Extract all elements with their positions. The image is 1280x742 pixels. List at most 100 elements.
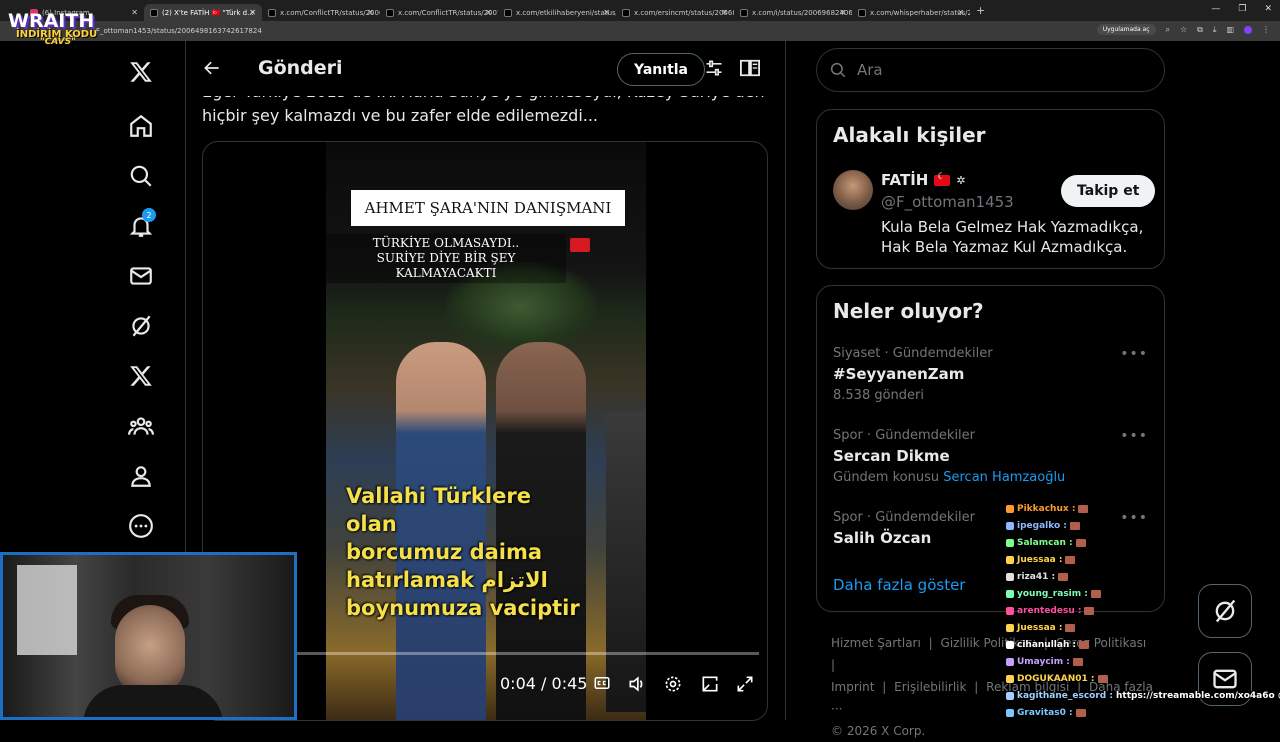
avatar[interactable]	[833, 170, 873, 210]
chat-message: DOGUKAAN01 :	[1006, 670, 1276, 687]
tab-close-icon[interactable]: ✕	[603, 8, 610, 17]
notifications-bell-icon[interactable]: 2	[116, 206, 166, 246]
tab-close-icon[interactable]: ✕	[485, 8, 492, 17]
more-options-icon[interactable]: •••	[1120, 428, 1148, 444]
user-display-name[interactable]: FATİH ✲	[881, 171, 966, 189]
tab-close-icon[interactable]: ✕	[131, 8, 138, 17]
footer-link[interactable]: Imprint	[831, 680, 874, 694]
extensions-icon[interactable]: ⧉	[1197, 25, 1203, 35]
minimize-icon[interactable]: —	[1211, 4, 1220, 14]
open-in-app-button[interactable]: Uygulamada aç	[1097, 24, 1156, 35]
chat-emote-icon	[1078, 505, 1088, 513]
video-caption-title: AHMET ŞARA'NIN DANIŞMANI	[351, 190, 625, 226]
chat-emote-icon	[1073, 658, 1083, 666]
chat-text: https://streamable.com/xo4a6o @Cavs	[1116, 691, 1280, 701]
chat-message: riza41 :	[1006, 568, 1276, 585]
turkish-flag-icon	[570, 238, 590, 252]
premium-x-icon[interactable]	[116, 356, 166, 396]
chat-username: arentedesu :	[1017, 606, 1081, 616]
home-icon[interactable]	[116, 106, 166, 146]
trend-related-link[interactable]: Sercan Hamzaoğlu	[943, 470, 1065, 485]
footer-link[interactable]: Hizmet Şartları	[831, 636, 921, 650]
back-arrow-icon[interactable]	[202, 58, 222, 82]
fullscreen-icon[interactable]	[735, 674, 755, 694]
chat-emote-icon	[1098, 675, 1108, 683]
tab-close-icon[interactable]: ✕	[957, 8, 964, 17]
menu-icon[interactable]: ⋮	[1262, 25, 1270, 34]
chat-badge-icon	[1006, 573, 1014, 581]
user-handle[interactable]: @F_ottoman1453	[881, 193, 1014, 211]
browser-tab-active[interactable]: (2) X'te FATİH 🇹🇷 "Türk d...✕	[144, 4, 262, 21]
filter-sliders-icon[interactable]	[704, 58, 724, 82]
follow-button[interactable]: Takip et	[1061, 175, 1155, 207]
chat-emote-icon	[1058, 573, 1068, 581]
settings-gear-icon[interactable]	[663, 674, 683, 694]
bookmark-star-icon[interactable]: ☆	[1180, 25, 1187, 34]
chat-badge-icon	[1006, 539, 1014, 547]
chat-message: Juessaa :	[1006, 619, 1276, 636]
explore-search-icon[interactable]	[116, 156, 166, 196]
user-bio: Kula Bela Gelmez Hak Yazmadıkça, Hak Bel…	[881, 217, 1151, 257]
browser-tabbar: (6) Instagram✕ (2) X'te FATİH 🇹🇷 "Türk d…	[0, 0, 1280, 21]
tab-close-icon[interactable]: ✕	[721, 8, 728, 17]
reply-button[interactable]: Yanıtla	[617, 53, 705, 86]
chat-emote-icon	[1076, 709, 1086, 717]
trend-item[interactable]: Spor · Gündemdekiler Sercan Dikme Gündem…	[833, 428, 1153, 485]
browser-tab[interactable]: x.com/ConflictTR/status/20070✕	[380, 4, 498, 21]
webcam-overlay	[0, 552, 297, 720]
profile-icon[interactable]	[1244, 26, 1252, 34]
chat-username: Gravitas0 :	[1017, 708, 1073, 718]
chat-badge-icon	[1006, 590, 1014, 598]
search-input[interactable]: Ara	[816, 48, 1165, 92]
captions-icon[interactable]	[593, 674, 613, 694]
chat-emote-icon	[1084, 607, 1094, 615]
related-people-title: Alakalı kişiler	[833, 123, 986, 147]
chat-username: young_rasim :	[1017, 589, 1088, 599]
profile-person-icon[interactable]	[116, 456, 166, 496]
notification-count-badge: 2	[142, 208, 156, 222]
url-text[interactable]: F_ottoman1453/status/2006498163742617824	[96, 27, 262, 35]
picture-in-picture-icon[interactable]	[700, 674, 720, 694]
more-options-icon[interactable]: •••	[1120, 346, 1148, 362]
download-icon[interactable]: ⤓	[1213, 25, 1217, 35]
page-title: Gönderi	[258, 57, 343, 79]
browser-tab[interactable]: x.com/whisperhaber/status/20✕	[852, 4, 970, 21]
zoom-icon[interactable]: ⌕	[1166, 25, 1170, 35]
browser-tab[interactable]: x.com/ersincmt/status/200682✕	[616, 4, 734, 21]
footer-link[interactable]: Erişilebilirlik	[894, 680, 966, 694]
browser-tab[interactable]: x.com/etkilihaberyeni/status/20✕	[498, 4, 616, 21]
browser-tab[interactable]: x.com/ConflictTR/status/20067✕	[262, 4, 380, 21]
messages-envelope-icon[interactable]	[116, 256, 166, 296]
new-tab-icon[interactable]: +	[976, 4, 985, 17]
chat-message: Salamcan :	[1006, 534, 1276, 551]
chat-username: Juessaa :	[1017, 623, 1062, 633]
chat-badge-icon	[1006, 505, 1014, 513]
address-bar[interactable]: F_ottoman1453/status/2006498163742617824…	[0, 21, 1280, 41]
close-window-icon[interactable]: ✕	[1264, 4, 1272, 14]
chat-emote-icon	[1091, 590, 1101, 598]
communities-icon[interactable]	[116, 406, 166, 446]
post-header: Gönderi Yanıtla	[186, 44, 785, 96]
chat-username: kagithane_escord :	[1017, 691, 1113, 701]
chat-badge-icon	[1006, 709, 1014, 717]
video-frame[interactable]: AHMET ŞARA'NIN DANIŞMANI TÜRKİYE OLMASAY…	[326, 142, 646, 721]
show-more-link[interactable]: Daha fazla göster	[833, 576, 965, 594]
tab-close-icon[interactable]: ✕	[839, 8, 846, 17]
sidebar-icon[interactable]: ▥	[1226, 25, 1234, 34]
grok-icon[interactable]	[116, 306, 166, 346]
chat-message: Umaycim :	[1006, 653, 1276, 670]
search-icon	[829, 61, 847, 79]
chat-badge-icon	[1006, 641, 1014, 649]
tab-close-icon[interactable]: ✕	[249, 8, 256, 17]
x-logo-icon[interactable]	[116, 52, 166, 92]
trend-item[interactable]: Siyaset · Gündemdekiler #SeyyanenZam 8.5…	[833, 346, 1153, 403]
more-circle-icon[interactable]	[116, 506, 166, 546]
maximize-icon[interactable]: ❐	[1238, 4, 1246, 14]
related-people-panel: Alakalı kişiler FATİH ✲ @F_ottoman1453 K…	[816, 109, 1165, 269]
browser-tab[interactable]: x.com/i/status/2006968240673✕	[734, 4, 852, 21]
tab-close-icon[interactable]: ✕	[367, 8, 374, 17]
reader-view-icon[interactable]	[739, 58, 761, 82]
volume-icon[interactable]	[627, 674, 647, 694]
chat-message: kagithane_escord :https://streamable.com…	[1006, 687, 1276, 704]
video-progress-bar[interactable]	[219, 652, 759, 655]
